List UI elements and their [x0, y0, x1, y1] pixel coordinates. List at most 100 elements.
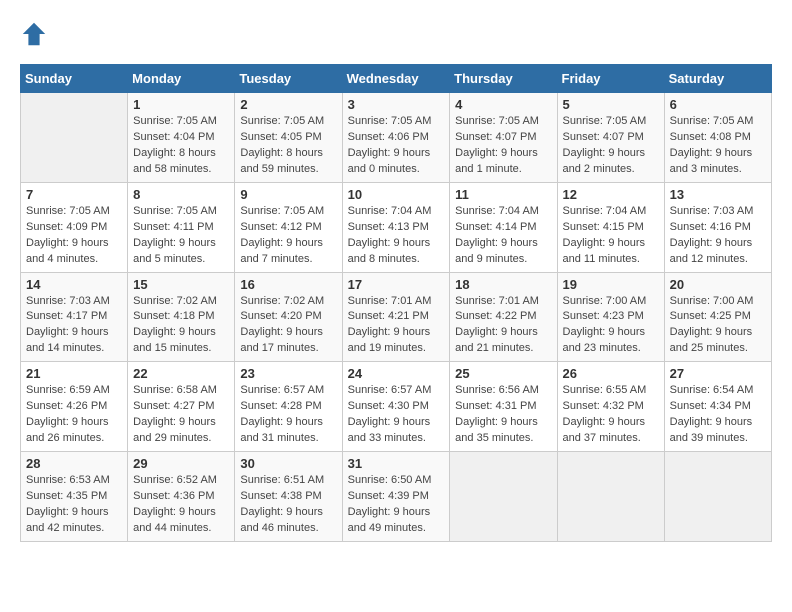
calendar-cell: 26 Sunrise: 6:55 AMSunset: 4:32 PMDayligh…: [557, 362, 664, 452]
calendar-cell: 18 Sunrise: 7:01 AMSunset: 4:22 PMDayligh…: [450, 272, 557, 362]
calendar-cell: 12Sunrise: 7:04 AMSunset: 4:15 PMDayligh…: [557, 182, 664, 272]
calendar-cell: 6Sunrise: 7:05 AMSunset: 4:08 PMDaylight…: [664, 93, 771, 183]
day-info: Sunrise: 6:53 AMSunset: 4:35 PMDaylight:…: [26, 473, 122, 537]
day-number: 28: [26, 456, 122, 471]
day-of-week-header: Saturday: [664, 65, 771, 93]
day-number: 22: [133, 366, 229, 381]
calendar-cell: 4 Sunrise: 7:05 AMSunset: 4:07 PMDaylight…: [450, 93, 557, 183]
day-number: 14: [26, 277, 122, 292]
day-number: 8: [133, 187, 229, 202]
day-info: Sunrise: 6:50 AMSunset: 4:39 PMDaylight:…: [348, 473, 445, 537]
day-number: 4: [455, 97, 551, 112]
calendar-cell: [557, 452, 664, 542]
day-number: 25: [455, 366, 551, 381]
calendar-cell: 3 Sunrise: 7:05 AMSunset: 4:06 PMDaylight…: [342, 93, 450, 183]
day-number: 30: [240, 456, 336, 471]
day-number: 2: [240, 97, 336, 112]
day-number: 21: [26, 366, 122, 381]
day-number: 27: [670, 366, 766, 381]
calendar-cell: 21 Sunrise: 6:59 AMSunset: 4:26 PMDayligh…: [21, 362, 128, 452]
day-number: 26: [563, 366, 659, 381]
day-number: 13: [670, 187, 766, 202]
day-info: Sunrise: 7:04 AMSunset: 4:14 PMDaylight:…: [455, 204, 551, 268]
calendar-cell: 20Sunrise: 7:00 AMSunset: 4:25 PMDayligh…: [664, 272, 771, 362]
calendar-cell: 2 Sunrise: 7:05 AMSunset: 4:05 PMDaylight…: [235, 93, 342, 183]
day-info: Sunrise: 7:04 AMSunset: 4:13 PMDaylight:…: [348, 204, 445, 268]
calendar-week-row: 14 Sunrise: 7:03 AMSunset: 4:17 PMDayligh…: [21, 272, 772, 362]
calendar-cell: 17 Sunrise: 7:01 AMSunset: 4:21 PMDayligh…: [342, 272, 450, 362]
calendar-cell: 28 Sunrise: 6:53 AMSunset: 4:35 PMDayligh…: [21, 452, 128, 542]
day-info: Sunrise: 6:54 AMSunset: 4:34 PMDaylight:…: [670, 383, 766, 447]
day-info: Sunrise: 6:51 AMSunset: 4:38 PMDaylight:…: [240, 473, 336, 537]
calendar-cell: 16 Sunrise: 7:02 AMSunset: 4:20 PMDayligh…: [235, 272, 342, 362]
calendar-cell: 30 Sunrise: 6:51 AMSunset: 4:38 PMDayligh…: [235, 452, 342, 542]
day-info: Sunrise: 6:57 AMSunset: 4:28 PMDaylight:…: [240, 383, 336, 447]
day-info: Sunrise: 6:55 AMSunset: 4:32 PMDaylight:…: [563, 383, 659, 447]
calendar-cell: 22 Sunrise: 6:58 AMSunset: 4:27 PMDayligh…: [128, 362, 235, 452]
day-number: 11: [455, 187, 551, 202]
day-of-week-header: Sunday: [21, 65, 128, 93]
day-number: 5: [563, 97, 659, 112]
day-of-week-header: Friday: [557, 65, 664, 93]
day-info: Sunrise: 7:05 AMSunset: 4:07 PMDaylight:…: [563, 114, 659, 178]
day-info: Sunrise: 7:05 AMSunset: 4:04 PMDaylight:…: [133, 114, 229, 178]
day-info: Sunrise: 7:05 AMSunset: 4:05 PMDaylight:…: [240, 114, 336, 178]
day-number: 17: [348, 277, 445, 292]
calendar-cell: 13Sunrise: 7:03 AMSunset: 4:16 PMDayligh…: [664, 182, 771, 272]
day-of-week-header: Wednesday: [342, 65, 450, 93]
calendar-cell: 8 Sunrise: 7:05 AMSunset: 4:11 PMDaylight…: [128, 182, 235, 272]
day-number: 23: [240, 366, 336, 381]
day-number: 15: [133, 277, 229, 292]
day-of-week-header: Thursday: [450, 65, 557, 93]
day-info: Sunrise: 6:52 AMSunset: 4:36 PMDaylight:…: [133, 473, 229, 537]
calendar-cell: 14 Sunrise: 7:03 AMSunset: 4:17 PMDayligh…: [21, 272, 128, 362]
day-number: 31: [348, 456, 445, 471]
calendar-week-row: 1 Sunrise: 7:05 AMSunset: 4:04 PMDaylight…: [21, 93, 772, 183]
calendar-week-row: 28 Sunrise: 6:53 AMSunset: 4:35 PMDayligh…: [21, 452, 772, 542]
calendar-cell: 10 Sunrise: 7:04 AMSunset: 4:13 PMDayligh…: [342, 182, 450, 272]
calendar-cell: 31 Sunrise: 6:50 AMSunset: 4:39 PMDayligh…: [342, 452, 450, 542]
day-number: 24: [348, 366, 445, 381]
day-number: 10: [348, 187, 445, 202]
day-number: 6: [670, 97, 766, 112]
day-info: Sunrise: 7:05 AMSunset: 4:07 PMDaylight:…: [455, 114, 551, 178]
calendar-cell: 15Sunrise: 7:02 AMSunset: 4:18 PMDayligh…: [128, 272, 235, 362]
day-number: 3: [348, 97, 445, 112]
calendar-header: SundayMondayTuesdayWednesdayThursdayFrid…: [21, 65, 772, 93]
day-info: Sunrise: 6:59 AMSunset: 4:26 PMDaylight:…: [26, 383, 122, 447]
day-number: 1: [133, 97, 229, 112]
calendar-cell: 29 Sunrise: 6:52 AMSunset: 4:36 PMDayligh…: [128, 452, 235, 542]
day-info: Sunrise: 7:05 AMSunset: 4:09 PMDaylight:…: [26, 204, 122, 268]
day-number: 29: [133, 456, 229, 471]
calendar-cell: 27 Sunrise: 6:54 AMSunset: 4:34 PMDayligh…: [664, 362, 771, 452]
day-info: Sunrise: 7:00 AMSunset: 4:23 PMDaylight:…: [563, 294, 659, 358]
day-info: Sunrise: 7:01 AMSunset: 4:21 PMDaylight:…: [348, 294, 445, 358]
day-info: Sunrise: 7:05 AMSunset: 4:12 PMDaylight:…: [240, 204, 336, 268]
calendar-cell: 24Sunrise: 6:57 AMSunset: 4:30 PMDayligh…: [342, 362, 450, 452]
day-info: Sunrise: 7:04 AMSunset: 4:15 PMDaylight:…: [563, 204, 659, 268]
day-info: Sunrise: 6:56 AMSunset: 4:31 PMDaylight:…: [455, 383, 551, 447]
day-info: Sunrise: 7:02 AMSunset: 4:20 PMDaylight:…: [240, 294, 336, 358]
logo-icon: [20, 20, 48, 48]
day-info: Sunrise: 7:05 AMSunset: 4:06 PMDaylight:…: [348, 114, 445, 178]
day-info: Sunrise: 7:05 AMSunset: 4:11 PMDaylight:…: [133, 204, 229, 268]
calendar-cell: 5 Sunrise: 7:05 AMSunset: 4:07 PMDaylight…: [557, 93, 664, 183]
calendar-body: 1 Sunrise: 7:05 AMSunset: 4:04 PMDaylight…: [21, 93, 772, 542]
calendar-cell: 23 Sunrise: 6:57 AMSunset: 4:28 PMDayligh…: [235, 362, 342, 452]
day-info: Sunrise: 6:58 AMSunset: 4:27 PMDaylight:…: [133, 383, 229, 447]
calendar-cell: 1 Sunrise: 7:05 AMSunset: 4:04 PMDaylight…: [128, 93, 235, 183]
day-number: 19: [563, 277, 659, 292]
day-number: 18: [455, 277, 551, 292]
logo: [20, 20, 52, 48]
calendar-table: SundayMondayTuesdayWednesdayThursdayFrid…: [20, 64, 772, 542]
day-number: 9: [240, 187, 336, 202]
page-header: [20, 20, 772, 48]
day-info: Sunrise: 7:01 AMSunset: 4:22 PMDaylight:…: [455, 294, 551, 358]
day-info: Sunrise: 7:00 AMSunset: 4:25 PMDaylight:…: [670, 294, 766, 358]
calendar-cell: [450, 452, 557, 542]
day-number: 7: [26, 187, 122, 202]
day-info: Sunrise: 7:03 AMSunset: 4:17 PMDaylight:…: [26, 294, 122, 358]
calendar-cell: 25 Sunrise: 6:56 AMSunset: 4:31 PMDayligh…: [450, 362, 557, 452]
day-of-week-header: Monday: [128, 65, 235, 93]
day-number: 16: [240, 277, 336, 292]
